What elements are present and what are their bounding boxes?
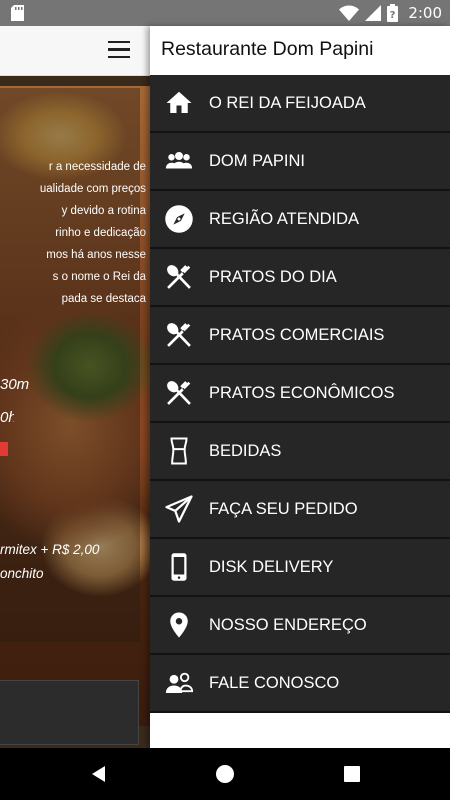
chat-people-icon [164, 668, 194, 698]
bottom-panel [0, 680, 139, 745]
menu-item-pratos-do-dia[interactable]: PRATOS DO DIA [150, 249, 450, 307]
battery-icon: ? [387, 4, 399, 22]
about-line: y devido a rotina [61, 205, 146, 217]
menu-item-label: REGIÃO ATENDIDA [209, 209, 360, 228]
system-nav-bar [0, 748, 450, 800]
menu-item-label: BEDIDAS [209, 441, 282, 460]
menu-item-faca-seu-pedido[interactable]: FAÇA SEU PEDIDO [150, 481, 450, 539]
about-line: pada se destaca [61, 293, 146, 305]
cutlery-icon [164, 378, 194, 408]
navigation-drawer: Restaurante Dom Papini O REI DA FEIJOADA… [150, 26, 450, 748]
cutlery-icon [164, 320, 194, 350]
menu-item-pratos-economicos[interactable]: PRATOS ECONÔMICOS [150, 365, 450, 423]
item-text: onchito [0, 566, 44, 581]
drawer-header: Restaurante Dom Papini [150, 26, 450, 75]
about-line: r a necessidade de [48, 161, 146, 173]
menu-item-label: DOM PAPINI [209, 151, 305, 170]
group-icon [164, 146, 194, 176]
home-icon [164, 88, 194, 118]
red-marker [0, 442, 8, 456]
about-line: ualidade com preços [39, 183, 146, 195]
drawer-menu: O REI DA FEIJOADA DOM PAPINI REGIÃO ATEN… [150, 75, 450, 713]
cutlery-icon [164, 262, 194, 292]
signal-icon [365, 5, 382, 21]
menu-item-dom-papini[interactable]: DOM PAPINI [150, 133, 450, 191]
sd-card-icon [11, 5, 24, 21]
menu-item-label: PRATOS COMERCIAIS [209, 325, 385, 344]
clock: 2:00 [408, 4, 442, 22]
menu-item-label: FALE CONOSCO [209, 673, 340, 692]
menu-item-label: DISK DELIVERY [209, 557, 334, 576]
send-icon [164, 494, 194, 524]
menu-item-label: PRATOS DO DIA [209, 267, 337, 286]
menu-item-nosso-endereco[interactable]: NOSSO ENDEREÇO [150, 597, 450, 655]
about-line: rinho e dedicação [55, 227, 146, 239]
about-line: s o nome o Rei da [52, 271, 146, 283]
menu-item-disk-delivery[interactable]: DISK DELIVERY [150, 539, 450, 597]
compass-icon [164, 204, 194, 234]
menu-item-label: PRATOS ECONÔMICOS [209, 383, 395, 402]
menu-icon[interactable] [108, 41, 132, 59]
main-content-behind-drawer: r a necessidade de ualidade com preços y… [0, 26, 150, 748]
drawer-title: Restaurante Dom Papini [161, 38, 374, 60]
battery-glyph: ? [390, 10, 396, 21]
menu-item-rei-da-feijoada[interactable]: O REI DA FEIJOADA [150, 75, 450, 133]
about-text: r a necessidade de ualidade com preços y… [0, 156, 146, 310]
menu-item-label: NOSSO ENDEREÇO [209, 615, 367, 634]
hours-text: 0h [0, 409, 14, 426]
recents-icon[interactable] [342, 764, 362, 784]
app-toolbar [0, 26, 150, 76]
menu-item-regiao-atendida[interactable]: REGIÃO ATENDIDA [150, 191, 450, 249]
price-text: rmitex + R$ 2,00 [0, 542, 100, 557]
menu-item-pratos-comerciais[interactable]: PRATOS COMERCIAIS [150, 307, 450, 365]
phone-icon [164, 552, 194, 582]
hours-text: 30m [0, 376, 30, 393]
glass-icon [164, 436, 194, 466]
menu-item-fale-conosco[interactable]: FALE CONOSCO [150, 655, 450, 713]
location-icon [164, 610, 194, 640]
status-bar: ? 2:00 [0, 0, 450, 26]
menu-item-bebidas[interactable]: BEDIDAS [150, 423, 450, 481]
about-line: mos há anos nesse [46, 249, 146, 261]
back-icon[interactable] [89, 764, 109, 784]
menu-item-label: O REI DA FEIJOADA [209, 93, 366, 112]
wifi-icon [339, 5, 360, 21]
home-nav-icon[interactable] [215, 764, 235, 784]
menu-item-label: FAÇA SEU PEDIDO [209, 499, 358, 518]
